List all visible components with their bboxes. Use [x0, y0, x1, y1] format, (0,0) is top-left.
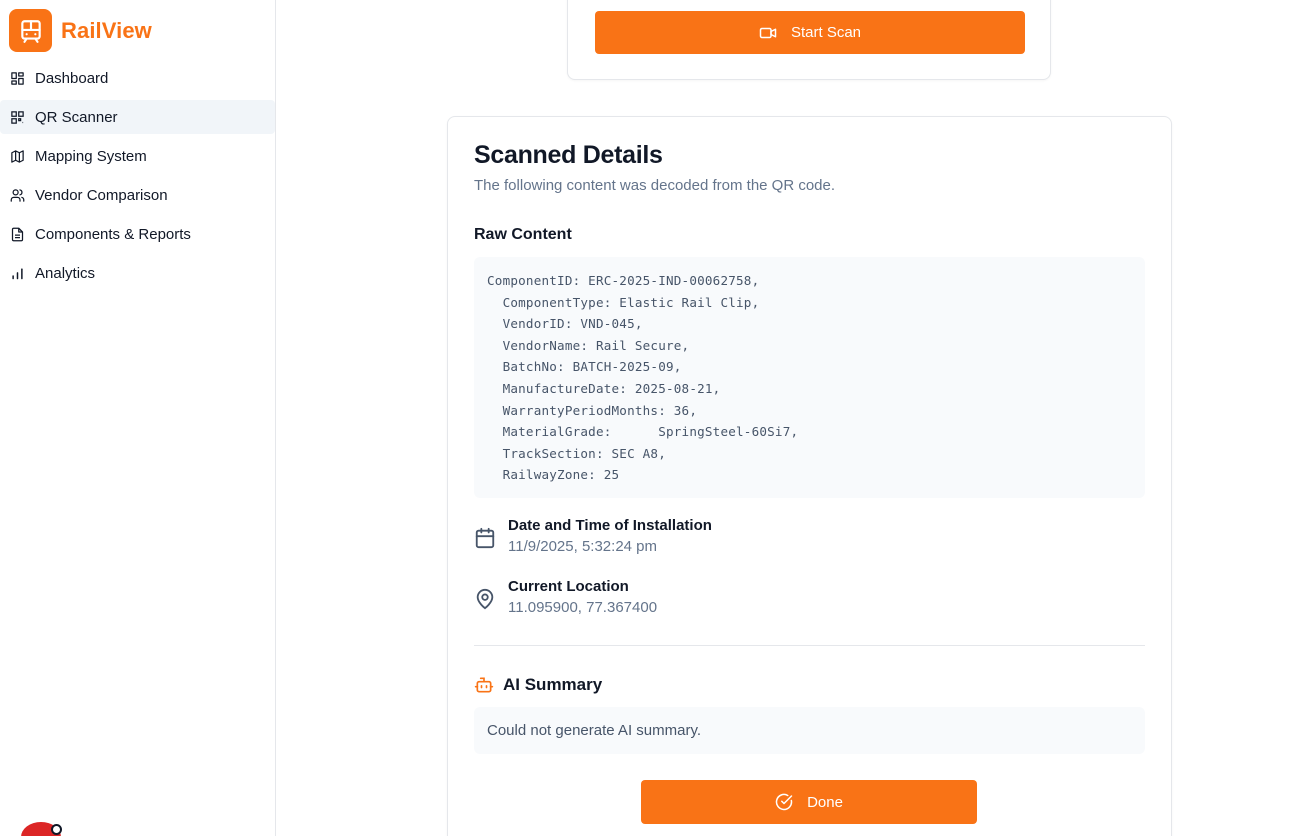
- sidebar: RailView Dashboard QR Scanner Mapping Sy…: [0, 0, 276, 836]
- location-info: Current Location 11.095900, 77.367400: [474, 578, 657, 616]
- check-circle-icon: [775, 793, 793, 811]
- location-value: 11.095900, 77.367400: [508, 599, 658, 616]
- sidebar-nav: Dashboard QR Scanner Mapping System Vend…: [0, 61, 275, 295]
- ai-summary-title: AI Summary: [503, 675, 603, 694]
- installation-label: Date and Time of Installation: [508, 517, 712, 534]
- details-subtitle: The following content was decoded from t…: [474, 177, 836, 194]
- qr-code-icon: [11, 110, 24, 124]
- scanned-details-card: Scanned Details The following content wa…: [447, 116, 1172, 836]
- location-label: Current Location: [508, 578, 629, 595]
- done-label: Done: [807, 793, 843, 811]
- video-camera-icon: [759, 27, 777, 38]
- sidebar-item-label: Analytics: [35, 264, 96, 282]
- raw-content-box: ComponentID: ERC-2025-IND-00062758, Comp…: [474, 257, 1145, 498]
- brand[interactable]: RailView: [9, 9, 152, 52]
- raw-content-text: ComponentID: ERC-2025-IND-00062758, Comp…: [487, 273, 799, 483]
- sidebar-item-qr-scanner[interactable]: QR Scanner: [0, 100, 275, 134]
- ai-summary-header: AI Summary: [474, 675, 602, 695]
- sidebar-item-mapping-system[interactable]: Mapping System: [0, 139, 275, 173]
- details-title: Scanned Details: [474, 141, 663, 169]
- start-scan-button[interactable]: Start Scan: [595, 11, 1025, 54]
- sidebar-item-dashboard[interactable]: Dashboard: [0, 61, 275, 95]
- scanner-card: Start Scan: [567, 0, 1051, 80]
- dashboard-icon: [11, 71, 24, 85]
- map-pin-icon: [476, 588, 494, 610]
- sidebar-item-label: Components & Reports: [35, 225, 191, 243]
- file-text-icon: [11, 227, 24, 241]
- ai-summary-message: Could not generate AI summary.: [474, 707, 1145, 754]
- sidebar-item-vendor-comparison[interactable]: Vendor Comparison: [0, 178, 275, 212]
- done-button[interactable]: Done: [641, 780, 977, 824]
- sidebar-item-label: QR Scanner: [35, 108, 118, 126]
- start-scan-label: Start Scan: [790, 24, 862, 41]
- installation-value: 11/9/2025, 5:32:24 pm: [508, 538, 658, 555]
- sidebar-item-label: Dashboard: [35, 69, 109, 87]
- bar-chart-icon: [12, 267, 23, 279]
- installation-info: Date and Time of Installation 11/9/2025,…: [474, 517, 712, 555]
- divider: [474, 645, 1145, 646]
- status-dot: [51, 824, 62, 835]
- sidebar-item-label: Mapping System: [35, 147, 147, 165]
- map-icon: [11, 149, 24, 163]
- sidebar-item-components-reports[interactable]: Components & Reports: [0, 217, 275, 251]
- bot-icon: [474, 677, 494, 693]
- train-icon: [9, 9, 52, 52]
- calendar-icon: [475, 527, 495, 549]
- app-name: RailView: [61, 17, 152, 43]
- sidebar-item-analytics[interactable]: Analytics: [0, 256, 275, 290]
- raw-content-label: Raw Content: [474, 226, 572, 243]
- users-icon: [10, 188, 25, 202]
- sidebar-item-label: Vendor Comparison: [35, 186, 168, 204]
